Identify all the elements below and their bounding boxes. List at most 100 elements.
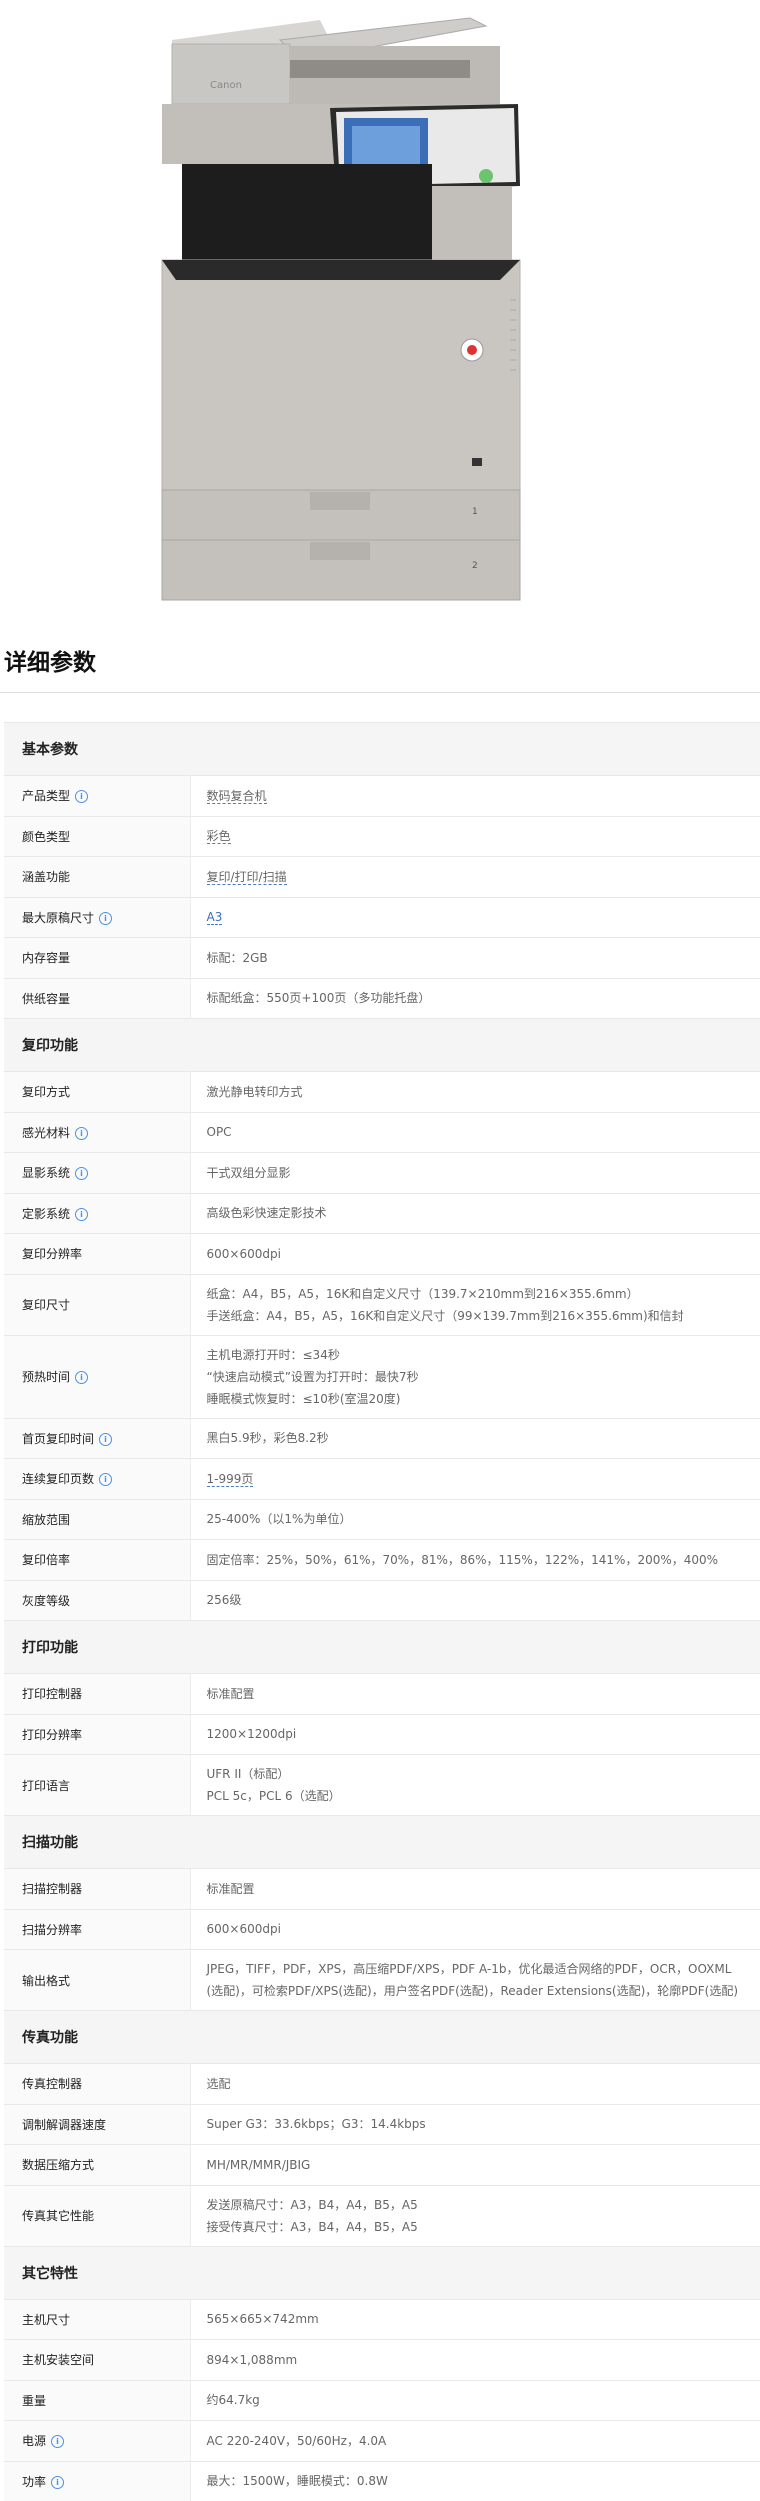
param-name: 灰度等级: [22, 1593, 71, 1608]
param-name: 最大原稿尺寸: [22, 910, 95, 925]
param-name-cell: 产品类型 i: [4, 775, 191, 816]
info-icon[interactable]: i: [75, 1371, 89, 1384]
table-row: 主机安装空间 894×1,088mm: [4, 2339, 760, 2380]
param-name: 感光材料: [22, 1125, 71, 1140]
param-name-cell: 打印分辨率: [4, 1713, 191, 1755]
param-value: 256级: [206, 1593, 242, 1608]
param-name: 定影系统: [22, 1206, 71, 1221]
param-value-link[interactable]: 复印/打印/扫描: [206, 869, 287, 885]
table-row: 电源 i AC 220-240V，50/60Hz，4.0A: [4, 2420, 760, 2461]
param-value-cell: 565×665×742mm: [190, 2298, 760, 2340]
param-name-cell: 主机安装空间: [4, 2339, 191, 2380]
param-name-cell: 重量: [4, 2379, 191, 2421]
param-name-cell: 连续复印页数 i: [4, 1458, 191, 1499]
table-row: 传真其它性能 发送原稿尺寸：A3，B4，A4，B5，A5 接受传真尺寸：A3，B4，…: [4, 2184, 760, 2246]
param-value-link[interactable]: 数码复合机: [206, 788, 267, 804]
param-value: 600×600dpi: [206, 1246, 281, 1261]
group-header: 其它特性: [4, 2245, 760, 2299]
param-name-cell: 调制解调器速度: [4, 2103, 191, 2145]
table-row: 复印分辨率 600×600dpi: [4, 1233, 760, 1274]
param-name: 扫描分辨率: [22, 1922, 83, 1937]
group-title: 扫描功能: [4, 1815, 760, 1869]
param-value-link[interactable]: 1-999页: [206, 1471, 254, 1487]
param-name-cell: 定影系统 i: [4, 1192, 191, 1234]
info-icon[interactable]: i: [99, 1432, 113, 1446]
param-value: 约64.7kg: [206, 2393, 260, 2408]
group-header: 基本参数: [4, 722, 760, 776]
param-name: 调制解调器速度: [22, 2117, 107, 2132]
param-value-line: 发送原稿尺寸：A3，B4，A4，B5，A5: [206, 2197, 418, 2212]
table-row: 重量 约64.7kg: [4, 2379, 760, 2421]
info-icon[interactable]: i: [99, 1473, 113, 1487]
table-row: 功率 i 最大：1500W，睡眠模式：0.8W: [4, 2460, 760, 2501]
param-value-cell: 最大：1500W，睡眠模式：0.8W: [190, 2460, 760, 2501]
param-value-cell: 彩色: [190, 815, 760, 857]
param-name-cell: 功率 i: [4, 2460, 191, 2501]
param-value-cell: 256级: [190, 1579, 760, 1621]
param-name-cell: 灰度等级: [4, 1579, 191, 1621]
group-title: 传真功能: [4, 2010, 760, 2064]
param-value-line: 主机电源打开时：≤34秒: [206, 1347, 340, 1362]
param-name: 供纸容量: [22, 991, 71, 1006]
param-name: 显影系统: [22, 1166, 71, 1181]
info-icon[interactable]: i: [75, 1167, 89, 1181]
table-row: 扫描分辨率 600×600dpi: [4, 1908, 760, 1950]
param-name-cell: 首页复印时间 i: [4, 1417, 191, 1459]
table-row: 传真控制器 选配: [4, 2063, 760, 2104]
param-name-cell: 最大原稿尺寸 i: [4, 896, 191, 938]
param-name-cell: 缩放范围: [4, 1498, 191, 1540]
param-name-cell: 传真其它性能: [4, 2184, 191, 2246]
param-value-line: 手送纸盒：A4，B5，A5，16K和自定义尺寸（99×139.7mm到216×3…: [206, 1308, 684, 1323]
param-name: 数据压缩方式: [22, 2158, 95, 2173]
table-row: 扫描控制器 标准配置: [4, 1868, 760, 1909]
param-value-link[interactable]: A3: [206, 910, 223, 926]
param-value: 高级色彩快速定影技术: [206, 1206, 327, 1221]
param-value-cell: 发送原稿尺寸：A3，B4，A4，B5，A5 接受传真尺寸：A3，B4，A4，B5，…: [190, 2184, 760, 2246]
info-icon[interactable]: i: [75, 1126, 89, 1140]
param-value-link[interactable]: 彩色: [206, 829, 231, 845]
param-value: 黑白5.9秒，彩色8.2秒: [206, 1431, 329, 1446]
param-value: 干式双组分显影: [206, 1165, 291, 1180]
info-icon[interactable]: i: [51, 2435, 65, 2449]
table-row: 首页复印时间 i 黑白5.9秒，彩色8.2秒: [4, 1417, 760, 1459]
param-name-cell: 打印控制器: [4, 1673, 191, 1714]
param-value-cell: OPC: [190, 1111, 760, 1153]
table-row: 缩放范围 25-400%（以1%为单位）: [4, 1498, 760, 1540]
param-name: 主机安装空间: [22, 2353, 95, 2368]
param-value: 标准配置: [206, 1881, 255, 1896]
param-value: AC 220-240V，50/60Hz，4.0A: [206, 2433, 387, 2448]
table-row: 灰度等级 256级: [4, 1579, 760, 1621]
param-name: 电源: [22, 2434, 47, 2449]
param-name-cell: 主机尺寸: [4, 2298, 191, 2340]
param-value-cell: 25-400%（以1%为单位）: [190, 1498, 760, 1540]
param-value-cell: 数码复合机: [190, 775, 760, 816]
param-name: 传真其它性能: [22, 2209, 95, 2223]
group-title: 复印功能: [4, 1018, 760, 1072]
param-value: 1200×1200dpi: [206, 1727, 297, 1742]
info-icon[interactable]: i: [75, 790, 89, 804]
param-name-cell: 复印倍率: [4, 1539, 191, 1580]
param-value-cell: 干式双组分显影: [190, 1152, 760, 1193]
table-row: 连续复印页数 i 1-999页: [4, 1458, 760, 1499]
param-name: 颜色类型: [22, 829, 71, 844]
param-value-line: 接受传真尺寸：A3，B4，A4，B5，A5: [206, 2219, 418, 2234]
table-row: 预热时间 i 主机电源打开时：≤34秒 “快速启动模式”设置为打开时：最快7秒 睡眠模式…: [4, 1334, 760, 1418]
table-row: 打印分辨率 1200×1200dpi: [4, 1713, 760, 1755]
parameter-table: 基本参数产品类型 i 数码复合机颜色类型 彩色涵盖功能 复印/打印/扫描最大原稿尺寸 i A…: [4, 722, 760, 2501]
info-icon[interactable]: i: [75, 1207, 89, 1221]
param-name: 主机尺寸: [22, 2312, 71, 2327]
param-value: 600×600dpi: [206, 1922, 281, 1937]
param-value-cell: 标准配置: [190, 1673, 760, 1714]
param-value-cell: Super G3：33.6kbps；G3：14.4kbps: [190, 2103, 760, 2145]
param-value: 25-400%（以1%为单位）: [206, 1512, 352, 1527]
param-value: Super G3：33.6kbps；G3：14.4kbps: [206, 2117, 426, 2132]
table-row: 涵盖功能 复印/打印/扫描: [4, 856, 760, 897]
info-icon[interactable]: i: [51, 2475, 65, 2489]
info-icon[interactable]: i: [99, 911, 113, 925]
param-name: 产品类型: [22, 789, 71, 804]
table-row: 内存容量 标配：2GB: [4, 937, 760, 978]
param-value: 标准配置: [206, 1686, 255, 1701]
table-row: 感光材料 i OPC: [4, 1111, 760, 1153]
param-name: 复印分辨率: [22, 1247, 83, 1262]
copier-illustration: Canon 1 2: [161, 17, 521, 601]
